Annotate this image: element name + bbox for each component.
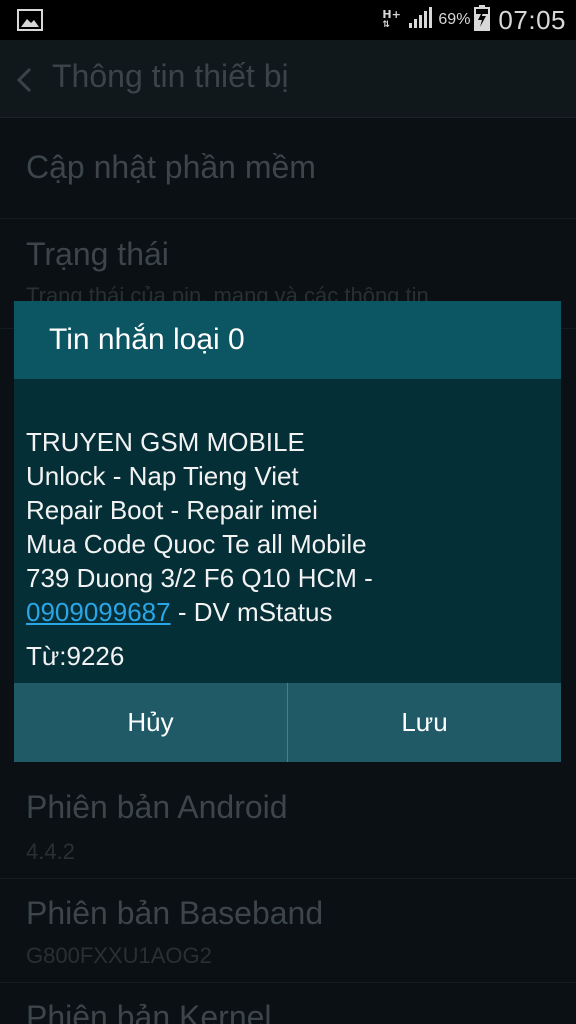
message-line: Repair Boot - Repair imei bbox=[26, 495, 318, 525]
chevron-left-icon[interactable] bbox=[14, 66, 34, 98]
network-type: H+ ⇅ bbox=[382, 9, 404, 31]
message-line: Unlock - Nap Tieng Viet bbox=[26, 461, 299, 491]
message-line: Mua Code Quoc Te all Mobile bbox=[26, 529, 367, 559]
list-item-kernel-version[interactable]: Phiên bản Kernel bbox=[0, 983, 576, 1024]
phone-number-link[interactable]: 0909099687 bbox=[26, 597, 171, 627]
dialog-header: Tin nhắn loại 0 bbox=[14, 301, 561, 379]
battery-charging-icon bbox=[474, 5, 491, 35]
save-button[interactable]: Lưu bbox=[288, 683, 561, 762]
list-item-title: Trạng thái bbox=[26, 236, 169, 272]
sender: Từ:9226 bbox=[26, 641, 125, 671]
clock: 07:05 bbox=[498, 4, 566, 35]
phone-screen: H+ ⇅ 69% 07:05 Thông tin thiết bị Cập nh… bbox=[0, 0, 576, 1024]
list-item-title: Phiên bản Android bbox=[26, 789, 288, 825]
message-line: TRUYEN GSM MOBILE bbox=[26, 427, 305, 457]
message-line-suffix: - DV mStatus bbox=[170, 597, 333, 627]
list-item-title: Phiên bản Kernel bbox=[26, 999, 272, 1024]
list-item-baseband-version[interactable]: Phiên bản Baseband G800FXXU1AOG2 bbox=[0, 879, 576, 983]
battery-percent: 69% bbox=[438, 11, 471, 28]
dialog-title: Tin nhắn loại 0 bbox=[49, 323, 245, 356]
list-item-subtitle: G800FXXU1AOG2 bbox=[26, 943, 212, 968]
list-item-android-version[interactable]: Phiên bản Android 4.4.2 bbox=[0, 775, 576, 879]
page-title: Thông tin thiết bị bbox=[52, 58, 289, 94]
status-bar: H+ ⇅ 69% 07:05 bbox=[0, 0, 576, 40]
dialog-buttons: Hủy Lưu bbox=[14, 683, 561, 762]
message-line: 739 Duong 3/2 F6 Q10 HCM - bbox=[26, 563, 373, 593]
message-line-last: 0909099687 - DV mStatus bbox=[26, 595, 546, 629]
message-body: TRUYEN GSM MOBILE Unlock - Nap Tieng Vie… bbox=[26, 425, 546, 629]
list-item-title: Cập nhật phần mềm bbox=[26, 149, 316, 185]
class0-message-dialog: Tin nhắn loại 0 TRUYEN GSM MOBILE Unlock… bbox=[14, 301, 561, 762]
list-item-subtitle: 4.4.2 bbox=[26, 839, 75, 864]
cancel-button[interactable]: Hủy bbox=[14, 683, 287, 762]
action-bar: Thông tin thiết bị bbox=[0, 40, 576, 118]
status-icons: H+ ⇅ 69% 07:05 bbox=[382, 0, 566, 40]
image-icon bbox=[17, 9, 43, 35]
signal-icon bbox=[408, 7, 433, 33]
data-arrows-icon: ⇅ bbox=[382, 20, 390, 30]
list-item-title: Phiên bản Baseband bbox=[26, 895, 324, 931]
list-item-software-update[interactable]: Cập nhật phần mềm bbox=[0, 119, 576, 219]
